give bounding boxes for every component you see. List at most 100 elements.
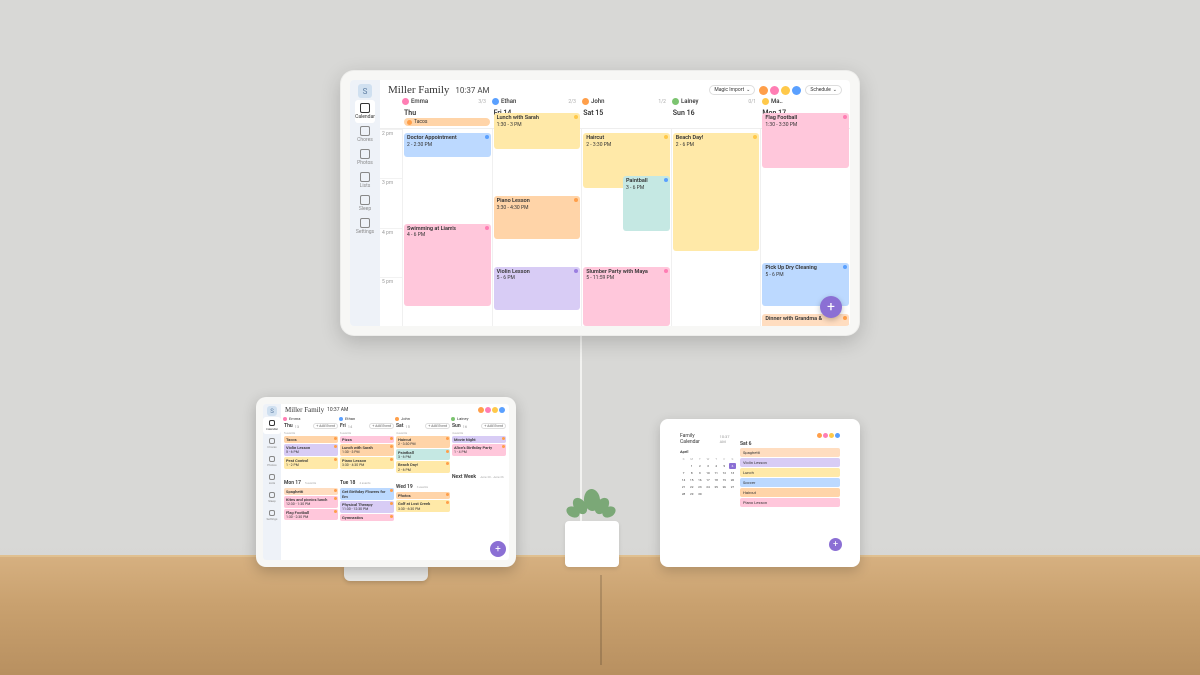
small-event-list[interactable]: SpaghettiViolin LessonLunchSoccerHaircut… [740, 448, 840, 507]
month-label[interactable]: April [680, 448, 736, 455]
calendar-date[interactable]: 11 [713, 470, 720, 476]
calendar-event[interactable]: Piano Lesson3:30 - 4:30 PM [494, 196, 581, 239]
schedule-button[interactable]: Schedule⌄ [805, 85, 842, 95]
sidebar-item-settings[interactable]: Settings [355, 215, 375, 238]
day-header[interactable]: Sat 15 [581, 107, 671, 128]
add-event-button[interactable]: + Add Event [369, 423, 394, 429]
tablet-day-header[interactable]: Wed 193 events [396, 483, 450, 491]
tablet-nav-lists[interactable]: Lists [269, 471, 275, 488]
sidebar-item-sleep[interactable]: Sleep [355, 192, 375, 215]
calendar-date[interactable]: 17 [704, 477, 711, 483]
calendar-date[interactable]: 15 [688, 477, 695, 483]
tablet-event[interactable]: Kites and picnics lunch12:30 - 1:30 PM [284, 496, 338, 508]
tablet-event[interactable]: Physical Therapy11:30 - 12:30 PM [340, 501, 394, 513]
person-john[interactable]: John1/2 [582, 98, 670, 105]
tablet-event[interactable]: Alice's Birthday Party1 - 4 PM [452, 444, 506, 456]
tablet-event[interactable]: Beach Day!2 - 6 PM [396, 461, 450, 473]
calendar-event[interactable]: Swimming at Liam's4 - 6 PM [404, 224, 491, 307]
calendar-event[interactable]: Violin Lesson5 - 6 PM [494, 267, 581, 310]
person-ethan[interactable]: Ethan2/3 [492, 98, 580, 105]
calendar-date[interactable]: 14 [680, 477, 687, 483]
calendar-date[interactable]: 22 [688, 484, 695, 490]
calendar-date[interactable]: 2 [696, 463, 703, 469]
person-ma..[interactable]: Ma.. [762, 98, 850, 105]
tablet-agenda[interactable]: Thu 13+ Add Event5 eventsTacosViolin Les… [281, 422, 509, 560]
sidebar-item-chores[interactable]: Chores [355, 123, 375, 146]
tablet-day-header[interactable]: Sun 16+ Add Event [452, 422, 506, 430]
calendar-date[interactable]: 3 [704, 463, 711, 469]
tablet-nav-chores[interactable]: Chores [267, 435, 276, 452]
magic-import-button[interactable]: Magic Import⌄ [709, 85, 755, 95]
avatar[interactable] [829, 433, 834, 438]
calendar-date[interactable]: 1 [688, 463, 695, 469]
avatar[interactable] [835, 433, 840, 438]
tablet-nav-sleep[interactable]: Sleep [268, 489, 275, 506]
add-event-button[interactable]: + Add Event [481, 423, 506, 429]
sidebar-item-photos[interactable]: Photos [355, 146, 375, 169]
calendar-date[interactable] [680, 463, 687, 469]
calendar-event[interactable]: Beach Day!2 - 6 PM [673, 133, 760, 251]
calendar-date[interactable]: 25 [713, 484, 720, 490]
calendar-date[interactable]: 30 [696, 491, 703, 497]
calendar-date[interactable]: 4 [713, 463, 720, 469]
tablet-day-header[interactable]: Tue 184 events [340, 479, 394, 487]
calendar-date[interactable]: 20 [729, 477, 736, 483]
calendar-date[interactable]: 26 [721, 484, 728, 490]
tablet-avatars[interactable] [478, 407, 505, 413]
calendar-date[interactable] [713, 491, 720, 497]
calendar-event[interactable]: Doctor Appointment2 - 2:30 PM [404, 133, 491, 157]
day-header[interactable]: Sun 16 [671, 107, 761, 128]
calendar-date[interactable]: 29 [688, 491, 695, 497]
calendar-event[interactable]: Lunch with Sarah1:30 - 3 PM [494, 113, 581, 148]
small-add-fab[interactable]: + [829, 538, 842, 551]
calendar-event[interactable]: Slumber Party with Maya5 - 11:59 PM [583, 267, 670, 326]
avatar[interactable] [792, 86, 801, 95]
calendar-date[interactable] [721, 491, 728, 497]
mini-calendar[interactable]: SMTWTFS123456789101112131415161718192021… [680, 456, 736, 497]
avatar[interactable] [823, 433, 828, 438]
tablet-event[interactable]: Movie Night [452, 436, 506, 443]
tablet-day-header[interactable]: Fri 14+ Add Event [340, 422, 394, 430]
tablet-event[interactable]: Pest Control1 - 2 PM [284, 457, 338, 469]
tablet-add-fab[interactable]: + [490, 541, 506, 557]
avatar[interactable] [478, 407, 484, 413]
add-event-fab[interactable]: + [820, 296, 842, 318]
app-logo[interactable]: S [358, 84, 372, 98]
calendar-date[interactable] [704, 491, 711, 497]
tablet-day-header[interactable]: Thu 13+ Add Event [284, 422, 338, 430]
tablet-person[interactable]: Lainey [451, 416, 507, 421]
avatar[interactable] [770, 86, 779, 95]
day-column-fri[interactable]: Lunch with Sarah1:30 - 3 PMPiano Lesson3… [492, 129, 582, 326]
avatar[interactable] [759, 86, 768, 95]
tablet-event[interactable]: Tacos [284, 436, 338, 443]
tablet-day-header[interactable]: Mon 175 events [284, 479, 338, 487]
calendar-date[interactable]: 6 [729, 463, 736, 469]
add-event-button[interactable]: + Add Event [313, 423, 338, 429]
calendar-date[interactable]: 5 [721, 463, 728, 469]
tablet-event[interactable]: Violin Lesson5 - 6 PM [284, 444, 338, 456]
calendar-date[interactable]: 8 [688, 470, 695, 476]
tablet-event[interactable]: Flag Football1:30 - 2:30 PM [284, 509, 338, 521]
day-column-mon[interactable]: Flag Football1:30 - 3:30 PMPick Up Dry C… [760, 129, 850, 326]
tablet-person[interactable]: Ethan [339, 416, 395, 421]
tablet-event[interactable]: Spaghetti [284, 488, 338, 495]
meal-chip[interactable]: Tacos [404, 118, 490, 126]
day-column-sun[interactable]: Beach Day!2 - 6 PM [671, 129, 761, 326]
avatar[interactable] [485, 407, 491, 413]
calendar-date[interactable]: 28 [680, 491, 687, 497]
avatar[interactable] [492, 407, 498, 413]
small-event[interactable]: Soccer [740, 478, 840, 487]
calendar-date[interactable]: 19 [721, 477, 728, 483]
tablet-event[interactable]: Haircut2 - 3:30 PM [396, 436, 450, 448]
sidebar-item-calendar[interactable]: Calendar [355, 100, 375, 123]
calendar-date[interactable]: 9 [696, 470, 703, 476]
tablet-nav-calendar[interactable]: Calendar [263, 417, 281, 434]
calendar-date[interactable]: 18 [713, 477, 720, 483]
day-column-sat[interactable]: Haircut2 - 3:30 PMPaintball3 - 6 PMSlumb… [581, 129, 671, 326]
person-emma[interactable]: Emma3/3 [402, 98, 490, 105]
tablet-event[interactable]: Pizza [340, 436, 394, 443]
tablet-person[interactable]: Emma [283, 416, 339, 421]
person-lainey[interactable]: Lainey0/1 [672, 98, 760, 105]
tablet-event[interactable]: Piano Lesson3:30 - 4:30 PM [340, 457, 394, 469]
avatar[interactable] [781, 86, 790, 95]
